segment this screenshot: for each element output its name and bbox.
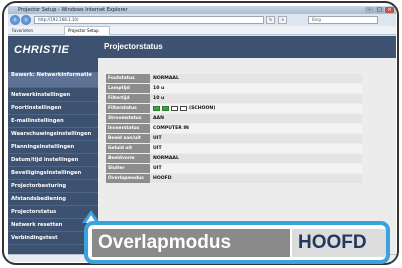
filter-indicator-icon <box>162 106 169 111</box>
sidebar-item[interactable]: Netwerkinstellingen <box>8 89 98 102</box>
table-row: Filtertijd 10 u <box>106 94 362 103</box>
row-value-text: UIT <box>153 146 162 151</box>
row-value: 10 u <box>150 84 362 93</box>
table-row: Sluiter UIT <box>106 164 362 173</box>
favorites-bar: Favorieten Projector Setup <box>8 26 396 35</box>
sidebar-item[interactable]: Waarschuwingsinstellingen <box>8 128 98 141</box>
row-value-text: (SCHOON) <box>189 106 216 111</box>
table-row: Beeld aan/uit UIT <box>106 134 362 143</box>
favorites-button[interactable]: Favorieten <box>12 27 33 34</box>
row-value-text: NORMAAL <box>153 76 179 81</box>
sidebar-item[interactable]: Bewerk: Netwerkinformatie <box>8 72 98 88</box>
row-value: AAN <box>150 114 362 123</box>
sidebar-item[interactable]: E-mailinstellingen <box>8 115 98 128</box>
row-value: NORMAAL <box>150 74 362 83</box>
back-button[interactable]: ‹ <box>10 15 20 25</box>
filter-indicator-icon <box>153 106 160 111</box>
table-row: Overlapmodus HOOFD <box>106 174 362 183</box>
row-label: Foutstatus <box>106 74 150 83</box>
row-value-text: HOOFD <box>153 176 172 181</box>
sidebar-item[interactable]: Beveiligingsinstellingen <box>8 167 98 180</box>
row-label: Filterstatus <box>106 104 150 113</box>
row-value-text: NORMAAL <box>153 156 179 161</box>
table-row: Stroomstatus AAN <box>106 114 362 123</box>
row-label: Sluiter <box>106 164 150 173</box>
table-row: Filterstatus (SCHOON) <box>106 104 362 113</box>
row-label: Stroomstatus <box>106 114 150 123</box>
row-value: 10 u <box>150 94 362 103</box>
row-label: Lamptijd <box>106 84 150 93</box>
close-icon[interactable]: × <box>385 7 394 13</box>
browser-tab[interactable]: Projector Setup <box>64 26 110 35</box>
page-title: Projectorstatus <box>98 36 396 58</box>
row-label: Overlapmodus <box>106 174 150 183</box>
navigation-bar: ‹ › http://192.168.1.10/ ↻ × Bing <box>8 14 396 26</box>
search-input[interactable]: Bing <box>308 16 378 24</box>
row-value: (SCHOON) <box>150 104 362 113</box>
forward-button[interactable]: › <box>21 15 31 25</box>
row-value-text: UIT <box>153 136 162 141</box>
row-value: UIT <box>150 144 362 153</box>
window-title: Projector Setup - Windows Internet Explo… <box>18 7 128 13</box>
sidebar-item[interactable]: Datum/tijd instellingen <box>8 154 98 167</box>
row-value: COMPUTER IN <box>150 124 362 133</box>
address-bar[interactable]: http://192.168.1.10/ <box>34 16 264 24</box>
brand-logo: CHRISTIE <box>14 44 70 56</box>
sidebar-item[interactable]: Poortinstellingen <box>8 102 98 115</box>
table-row: Lamptijd 10 u <box>106 84 362 93</box>
filter-indicator-icon <box>180 106 187 111</box>
window-titlebar: Projector Setup - Windows Internet Explo… <box>8 6 396 14</box>
row-value-text: 10 u <box>153 86 165 91</box>
table-row: Beeldvorm NORMAAL <box>106 154 362 163</box>
row-value: UIT <box>150 134 362 143</box>
sidebar-item[interactable]: Planningsinstellingen <box>8 141 98 154</box>
zoom-value: HOOFD <box>292 229 386 257</box>
row-value-text: AAN <box>153 116 164 121</box>
stop-button[interactable]: × <box>278 16 288 24</box>
zoom-label: Overlapmodus <box>92 229 290 257</box>
refresh-button[interactable]: ↻ <box>266 16 276 24</box>
row-value: NORMAAL <box>150 154 362 163</box>
row-value: UIT <box>150 164 362 173</box>
minimize-icon[interactable]: – <box>365 7 374 13</box>
row-value: HOOFD <box>150 174 362 183</box>
table-row: Foutstatus NORMAAL <box>106 74 362 83</box>
row-value-text: 10 u <box>153 96 165 101</box>
row-value-text: COMPUTER IN <box>153 126 189 131</box>
table-row: Invoerstatus COMPUTER IN <box>106 124 362 133</box>
row-label: Geluid uit <box>106 144 150 153</box>
maximize-icon[interactable]: □ <box>375 7 384 13</box>
row-label: Beeld aan/uit <box>106 134 150 143</box>
table-row: Geluid uit UIT <box>106 144 362 153</box>
sidebar-item[interactable]: Afstandsbediening <box>8 193 98 206</box>
row-value-text: UIT <box>153 166 162 171</box>
row-label: Filtertijd <box>106 94 150 103</box>
row-label: Invoerstatus <box>106 124 150 133</box>
row-label: Beeldvorm <box>106 154 150 163</box>
filter-indicator-icon <box>171 106 178 111</box>
zoom-callout: Overlapmodus HOOFD <box>84 221 390 264</box>
sidebar-item[interactable]: Projectorbesturing <box>8 180 98 193</box>
status-table: Foutstatus NORMAAL Lamptijd 10 u Filtertijd 1… <box>106 74 362 184</box>
window-controls: – □ × <box>365 7 394 13</box>
